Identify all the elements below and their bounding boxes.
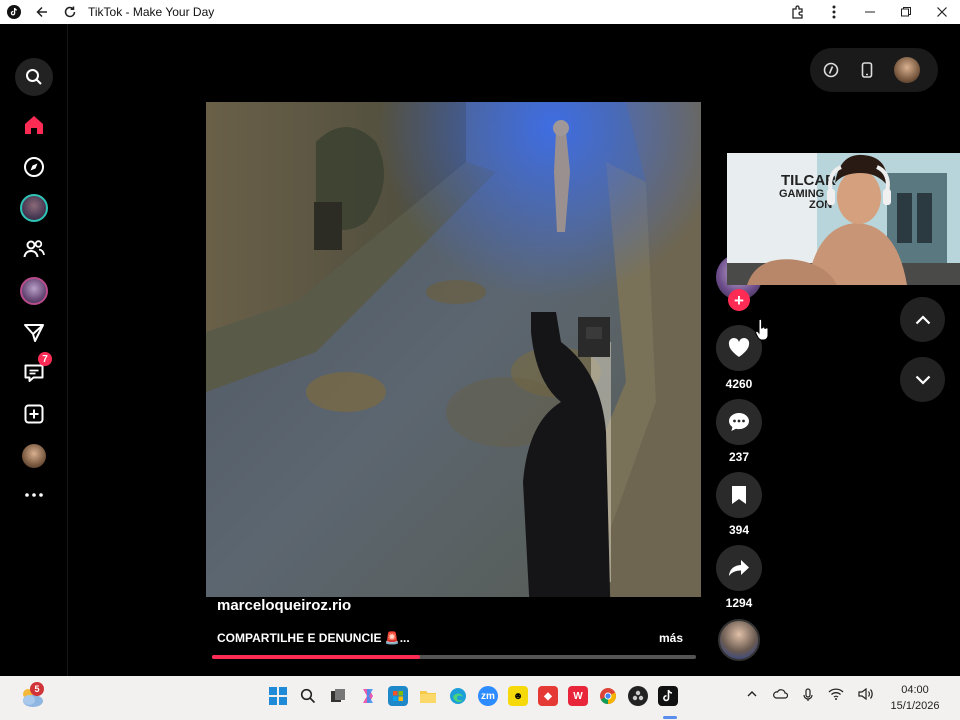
more-options-icon[interactable]	[816, 0, 852, 24]
chrome-icon[interactable]	[598, 686, 618, 706]
sidebar-item-activity[interactable]: 7	[14, 352, 54, 390]
task-view-icon[interactable]	[328, 686, 348, 706]
sidebar-item-upload[interactable]	[14, 397, 54, 431]
system-tray	[746, 687, 874, 705]
users-icon	[23, 240, 45, 258]
comment-count: 237	[728, 450, 750, 464]
heart-icon	[728, 338, 750, 357]
save-count: 394	[728, 523, 750, 537]
webcam-frame: TILCAR GAMING ZON	[727, 153, 960, 285]
bookmark-icon	[732, 486, 746, 504]
taskbar-search-icon[interactable]	[298, 686, 318, 706]
taskbar: 5 zm ☻ ◆ W 04:00 15/1/2026	[0, 676, 960, 720]
sidebar-item-search[interactable]	[14, 58, 54, 96]
tiktok-logo-icon	[0, 0, 28, 24]
sidebar-item-more[interactable]	[14, 478, 54, 512]
chevron-up-icon	[915, 314, 930, 324]
follow-plus-button[interactable]: +	[728, 289, 750, 311]
top-actions-pill	[810, 48, 938, 92]
video-player[interactable]	[206, 102, 701, 597]
phone-icon[interactable]	[856, 59, 878, 81]
game-app-icon[interactable]: ☻	[508, 686, 528, 706]
store-icon[interactable]	[388, 686, 408, 706]
search-button[interactable]	[15, 58, 53, 96]
wps-office-icon[interactable]: W	[568, 686, 588, 706]
post-author[interactable]: marceloqueiroz.rio	[217, 597, 351, 614]
back-arrow-icon[interactable]	[28, 0, 56, 24]
sidebar-item-following[interactable]	[14, 232, 54, 266]
clock[interactable]: 04:00 15/1/2026	[880, 682, 950, 714]
webcam-sign-line1: TILCAR	[781, 172, 836, 189]
window-title: TikTok - Make Your Day	[88, 5, 215, 19]
taskbar-apps: zm ☻ ◆ W	[268, 686, 678, 710]
live-avatar	[20, 194, 48, 222]
hand-cursor-icon	[755, 318, 769, 341]
ellipsis-icon	[25, 493, 43, 497]
like-count: 4260	[725, 377, 753, 391]
account-avatar[interactable]	[894, 57, 920, 83]
file-explorer-icon[interactable]	[418, 686, 438, 706]
obs-icon[interactable]	[628, 686, 648, 706]
friend-avatar	[20, 277, 48, 305]
messages-badge: 7	[38, 352, 52, 366]
share-button[interactable]	[716, 545, 762, 591]
reload-icon[interactable]	[56, 0, 84, 24]
minimize-icon[interactable]	[852, 0, 888, 24]
search-icon	[26, 69, 42, 85]
sidebar-item-explore[interactable]	[14, 150, 54, 184]
save-button[interactable]	[716, 472, 762, 518]
extensions-icon[interactable]	[780, 0, 816, 24]
sidebar-item-messages[interactable]	[14, 316, 54, 350]
next-video-button[interactable]	[900, 357, 945, 402]
show-hidden-icons-chevron-up-icon[interactable]	[746, 688, 758, 705]
share-arrow-icon	[729, 560, 749, 576]
edge-icon[interactable]	[448, 686, 468, 706]
volume-icon[interactable]	[858, 687, 874, 705]
compass-icon	[24, 157, 44, 177]
weather-badge: 5	[30, 682, 44, 696]
comment-button[interactable]	[716, 399, 762, 445]
post-caption: COMPARTILHE E DENUNCIE 🚨...	[217, 631, 410, 645]
window-titlebar: TikTok - Make Your Day	[0, 0, 960, 24]
copilot-icon[interactable]	[358, 686, 378, 706]
video-progress-fill	[212, 655, 421, 659]
video-frame	[206, 102, 701, 597]
sidebar-item-live[interactable]	[14, 191, 54, 225]
send-icon	[24, 324, 44, 342]
sidebar-item-friends[interactable]	[14, 274, 54, 308]
wifi-icon[interactable]	[828, 688, 844, 705]
sidebar-item-home[interactable]	[14, 108, 54, 142]
coin-icon[interactable]	[820, 59, 842, 81]
close-icon[interactable]	[924, 0, 960, 24]
home-icon	[25, 116, 43, 134]
video-progress-bar[interactable]	[212, 655, 696, 659]
plus-square-icon	[24, 404, 44, 424]
zoom-icon[interactable]: zm	[478, 686, 498, 706]
sidebar: 7	[0, 24, 68, 676]
red-app-icon[interactable]: ◆	[538, 686, 558, 706]
sidebar-item-profile[interactable]	[14, 439, 54, 473]
tiktok-taskbar-icon[interactable]	[658, 686, 678, 706]
chevron-down-icon	[915, 375, 930, 385]
active-app-indicator	[663, 716, 677, 719]
comment-icon	[729, 413, 749, 431]
share-count: 1294	[725, 596, 753, 610]
mouse-cursor	[755, 318, 769, 346]
microphone-icon[interactable]	[802, 688, 814, 705]
onedrive-cloud-icon[interactable]	[772, 688, 789, 705]
start-windows-icon[interactable]	[268, 686, 288, 706]
clock-date: 15/1/2026	[890, 700, 940, 712]
music-author-avatar[interactable]	[718, 619, 760, 661]
profile-avatar	[22, 444, 46, 468]
webcam-overlay: TILCAR GAMING ZON	[727, 153, 960, 285]
restore-icon[interactable]	[888, 0, 924, 24]
caption-more-link[interactable]: más	[659, 631, 683, 645]
previous-video-button[interactable]	[900, 297, 945, 342]
clock-time: 04:00	[901, 684, 929, 696]
